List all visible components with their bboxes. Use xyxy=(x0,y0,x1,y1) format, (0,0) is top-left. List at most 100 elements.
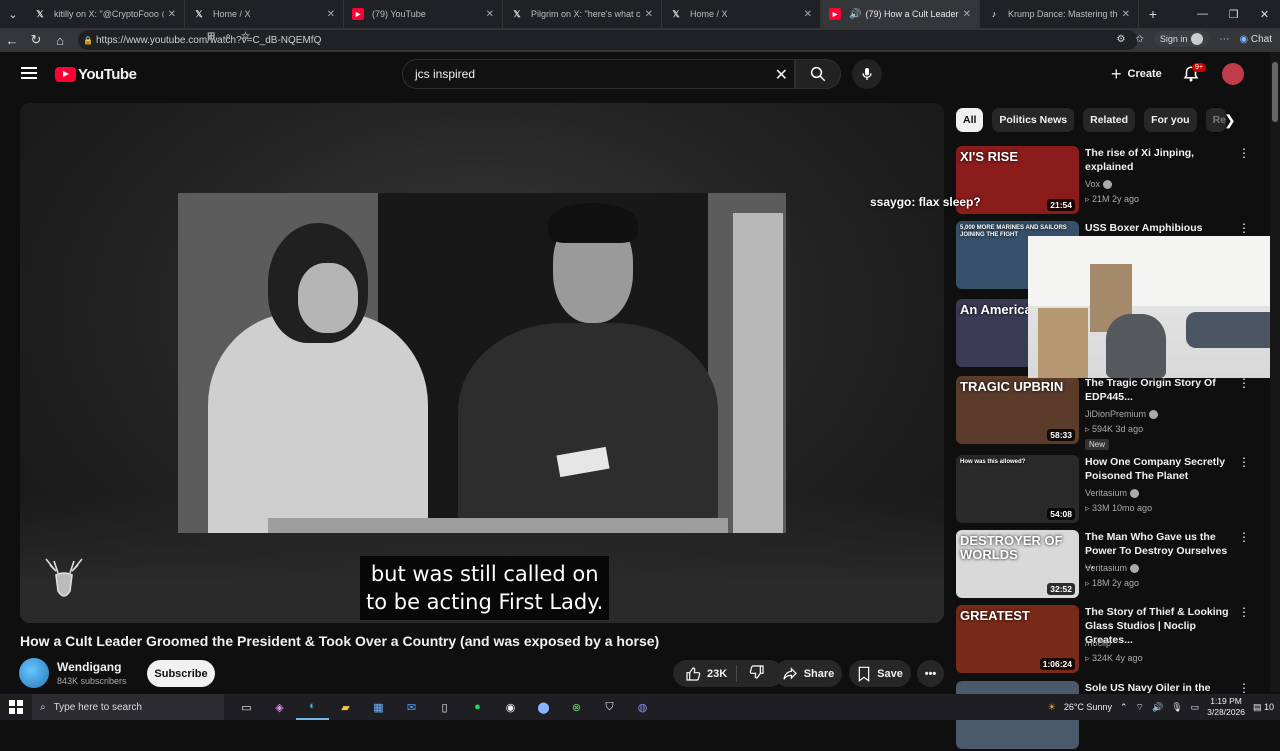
tab-close-icon[interactable]: ✕ xyxy=(645,9,653,20)
browser-tab[interactable]: 𝕏 Home / X ✕ xyxy=(662,0,821,28)
more-actions-button[interactable]: ••• xyxy=(917,660,944,687)
shield-app-icon[interactable]: ⛉ xyxy=(593,694,626,720)
video-thumbnail[interactable]: GREATEST 1:06:24 xyxy=(956,605,1079,673)
filter-chip[interactable]: All xyxy=(956,108,984,132)
media-app-icon[interactable]: ⬤ xyxy=(527,694,560,720)
account-avatar[interactable] xyxy=(1222,63,1244,85)
file-explorer-icon[interactable]: ▰ xyxy=(329,694,362,720)
search-input[interactable]: jcs inspired ✕ xyxy=(402,59,795,89)
filter-chip[interactable]: Related xyxy=(1083,108,1136,132)
spotify-icon[interactable]: ● xyxy=(461,694,494,720)
input-method-icon[interactable]: ▭ xyxy=(1191,702,1200,713)
extensions-icon[interactable]: ⚙ xyxy=(1116,34,1125,45)
microphone-tray-icon[interactable]: 🎙 xyxy=(1171,702,1182,713)
mail-icon[interactable]: ✉ xyxy=(395,694,428,720)
recommendation-item[interactable]: TRAGIC UPBRIN 58:33 The Tragic Origin Stor… xyxy=(956,376,1254,450)
weather-text[interactable]: 26°C Sunny xyxy=(1064,702,1112,712)
url-field[interactable]: 🔒 https://www.youtube.com/watch?v=C_dB-N… xyxy=(78,30,1138,50)
like-button[interactable]: 23K xyxy=(673,665,737,682)
copilot-icon[interactable]: ◈ xyxy=(263,694,296,720)
recommendation-item[interactable]: How was this allowed? 54:08 How One Compan… xyxy=(956,455,1254,525)
browser-tab[interactable]: 𝕏 Pilgrim on X: "here's what clavicul... ✕ xyxy=(503,0,662,28)
sign-in-button[interactable]: Sign in xyxy=(1153,31,1210,47)
tab-actions-menu[interactable]: ⌄ xyxy=(0,0,26,28)
recommendation-channel[interactable]: JiDionPremium xyxy=(1085,409,1159,420)
zoom-icon[interactable]: ⌕ xyxy=(225,30,231,44)
recommendation-item[interactable]: XI'S RISE 21:54 The rise of Xi Jinping, ex… xyxy=(956,146,1254,216)
taskbar-search-box[interactable]: ⌕ Type here to search xyxy=(32,694,224,720)
filter-chip[interactable]: Politics News xyxy=(992,108,1075,132)
notepad-icon[interactable]: ▯ xyxy=(428,694,461,720)
share-button[interactable]: Share xyxy=(774,660,842,687)
tab-close-icon[interactable]: ✕ xyxy=(963,9,971,20)
recommendation-channel[interactable]: /noclip xyxy=(1085,638,1111,648)
recommendation-item[interactable]: DESTROYER OF WORLDS 32:52 The Man Who Gave… xyxy=(956,530,1254,600)
browser-tab[interactable]: 𝕏 Home / X ✕ xyxy=(185,0,344,28)
more-options-icon[interactable]: ⋮ xyxy=(1238,681,1250,695)
create-button[interactable]: + Create xyxy=(1099,60,1174,88)
video-thumbnail[interactable]: How was this allowed? 54:08 xyxy=(956,455,1079,523)
clear-search-icon[interactable]: ✕ xyxy=(775,65,788,85)
network-icon[interactable]: ⌔ xyxy=(1136,702,1144,713)
voice-search-button[interactable] xyxy=(852,59,882,89)
tray-overflow-icon[interactable]: ⌃ xyxy=(1120,702,1128,713)
recommendation-channel[interactable]: Veritasium xyxy=(1085,488,1140,499)
video-thumbnail[interactable]: TRAGIC UPBRIN 58:33 xyxy=(956,376,1079,444)
back-button[interactable]: ← xyxy=(0,33,24,48)
recommendation-channel[interactable]: Veritasium xyxy=(1085,563,1140,574)
recommendation-item[interactable]: GREATEST 1:06:24 The Story of Thief & Look… xyxy=(956,605,1254,675)
youtube-logo[interactable]: YouTube xyxy=(55,66,137,83)
recommendation-title[interactable]: How One Company Secretly Poisoned The Pl… xyxy=(1085,455,1235,483)
recommendation-title[interactable]: The Tragic Origin Story Of EDP445... xyxy=(1085,376,1235,404)
copilot-chat-button[interactable]: ◉ Chat xyxy=(1239,34,1272,45)
notification-center-icon[interactable]: ▤ 10 xyxy=(1253,702,1274,713)
app-install-icon[interactable]: ⊞ xyxy=(207,30,215,44)
tab-close-icon[interactable]: ✕ xyxy=(327,9,335,20)
page-scrollbar[interactable] xyxy=(1270,52,1280,692)
browser-tab[interactable]: ♪ Krump Dance: Mastering the Esse... ✕ xyxy=(980,0,1139,28)
tab-close-icon[interactable]: ✕ xyxy=(804,9,812,20)
xbox-icon[interactable]: ⊗ xyxy=(560,694,593,720)
discord-icon[interactable]: ◍ xyxy=(626,694,659,720)
volume-icon[interactable]: 🔊 xyxy=(1152,702,1163,713)
menu-hamburger-icon[interactable] xyxy=(21,67,37,79)
favorite-star-icon[interactable]: ☆ xyxy=(241,30,250,44)
refresh-button[interactable]: ↻ xyxy=(24,32,48,48)
chips-next-arrow-icon[interactable]: ❯ xyxy=(1224,112,1236,129)
video-thumbnail[interactable]: DESTROYER OF WORLDS 32:52 xyxy=(956,530,1079,598)
close-window-button[interactable]: ✕ xyxy=(1249,0,1280,28)
maximize-button[interactable]: ❐ xyxy=(1218,0,1249,28)
browser-tab[interactable]: 𝕏kitilly on X: "@CryptoFooo @Fear... ✕ xyxy=(26,0,185,28)
favorites-icon[interactable]: ✩ xyxy=(1135,34,1143,45)
new-tab-button[interactable]: + xyxy=(1139,6,1167,22)
microsoft-store-icon[interactable]: ▦ xyxy=(362,694,395,720)
channel-name[interactable]: Wendigang xyxy=(57,660,121,674)
more-options-icon[interactable]: ⋮ xyxy=(1238,530,1250,544)
dislike-button[interactable] xyxy=(737,664,765,683)
video-player[interactable]: but was still called on to be acting Fir… xyxy=(20,103,944,623)
home-button[interactable]: ⌂ xyxy=(48,33,72,48)
obs-icon[interactable]: ◉ xyxy=(494,694,527,720)
more-options-icon[interactable]: ⋮ xyxy=(1238,146,1250,160)
browser-tab[interactable]: ▶ (79) YouTube ✕ xyxy=(344,0,503,28)
more-options-icon[interactable]: ⋮ xyxy=(1238,221,1250,235)
filter-chip[interactable]: Re xyxy=(1205,108,1226,132)
tab-audio-icon[interactable]: 🔊 xyxy=(849,9,861,20)
browser-tab[interactable]: ▶ 🔊 (79) How a Cult Leader Groom... ✕ xyxy=(821,0,980,28)
tab-close-icon[interactable]: ✕ xyxy=(486,9,494,20)
recommendation-title[interactable]: The rise of Xi Jinping, explained xyxy=(1085,146,1235,174)
minimize-button[interactable]: — xyxy=(1187,0,1218,28)
search-button[interactable] xyxy=(795,59,841,89)
filter-chip[interactable]: For you xyxy=(1144,108,1197,132)
more-options-icon[interactable]: ⋮ xyxy=(1238,605,1250,619)
tab-close-icon[interactable]: ✕ xyxy=(168,9,176,20)
task-view-icon[interactable]: ▭ xyxy=(230,694,263,720)
start-button[interactable] xyxy=(0,694,32,720)
channel-avatar[interactable] xyxy=(19,658,49,688)
recommendation-channel[interactable]: Vox xyxy=(1085,179,1113,190)
edge-browser-icon[interactable]: ◐ xyxy=(296,694,329,720)
clock[interactable]: 1:19 PM 3/28/2026 xyxy=(1207,696,1245,718)
more-options-icon[interactable]: ⋮ xyxy=(1238,376,1250,390)
subscribe-button[interactable]: Subscribe xyxy=(147,660,215,687)
save-button[interactable]: Save xyxy=(849,660,911,687)
